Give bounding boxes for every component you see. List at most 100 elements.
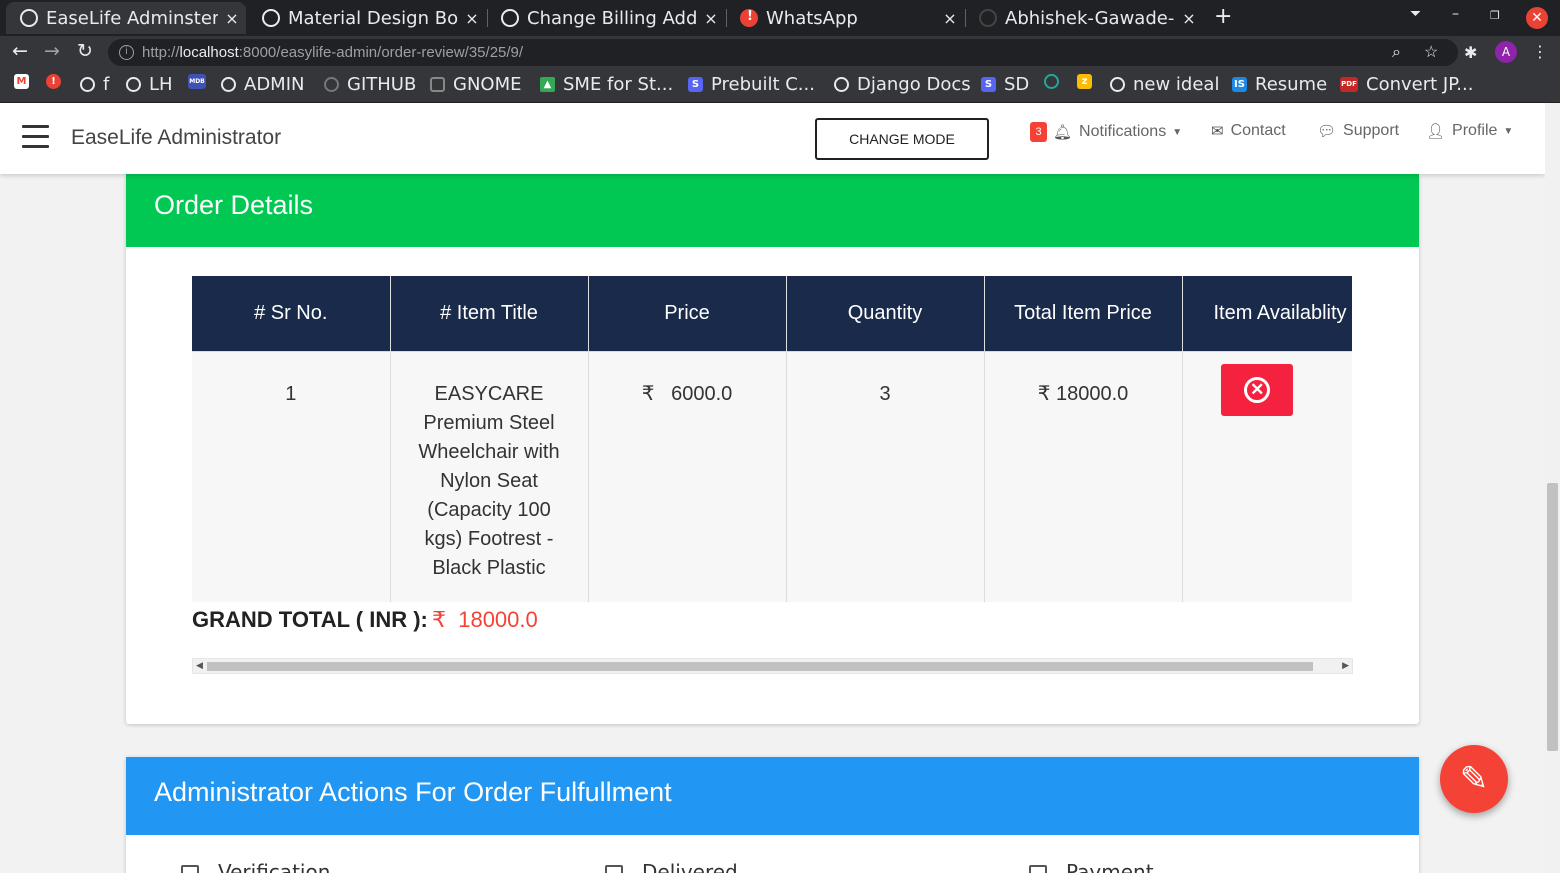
page-viewport: EaseLife Administrator CHANGE MODE 3 🔔︎ … [0,103,1545,873]
change-mode-button[interactable]: CHANGE MODE [815,118,989,160]
tab-title: WhatsApp [766,7,858,29]
admin-actions-header: Administrator Actions For Order Fulfullm… [126,757,1419,835]
tab-material-design[interactable]: Material Design Boo × [248,2,486,34]
close-icon[interactable]: × [458,9,486,28]
notifications-menu[interactable]: 3 🔔︎ Notifications ▼ [1030,122,1182,142]
url-bar[interactable]: i http://localhost:8000/easylife-admin/o… [108,39,1458,66]
bookmark-new-ideal[interactable]: new ideal [1110,74,1219,95]
window-close-icon[interactable]: ✕ [1526,7,1548,29]
order-details-card: Order Details # Sr No. # Item Title Pric… [126,174,1419,724]
tab-github-profile[interactable]: Abhishek-Gawade-p × [965,2,1203,34]
pdf-icon: PDF [1340,77,1358,92]
scroll-right-arrow-icon[interactable]: ▶ [1342,659,1349,673]
order-items-table: # Sr No. # Item Title Price Quantity Tot… [192,276,1352,602]
payment-checkbox[interactable] [1029,865,1047,873]
bookmark-resume[interactable]: IS Resume [1232,74,1327,95]
column-header: Price [588,276,787,351]
bookmark-star-icon[interactable]: ☆ [1424,39,1438,66]
table-horizontal-scrollbar[interactable]: ◀ ▶ [192,658,1353,674]
contact-link[interactable]: ✉ Contact [1211,122,1286,140]
bookmark-sme[interactable]: ▲ SME for St... [540,74,673,95]
delivered-checkbox[interactable] [605,865,623,873]
tab-search-icon[interactable]: ⏷ [1410,6,1421,22]
bookmark-admin[interactable]: ADMIN [221,74,304,95]
reload-icon[interactable]: ↻ [77,40,93,62]
globe-icon [221,77,236,92]
bookmark-gnome[interactable]: GNOME [430,74,521,95]
bookmark-convert[interactable]: PDF Convert JP... [1340,74,1473,95]
support-link[interactable]: 💬︎ Support [1317,122,1399,140]
github-icon [979,9,997,27]
grand-total-label: GRAND TOTAL ( INR ): [192,607,428,632]
globe-icon [126,77,141,92]
close-icon[interactable]: × [218,9,246,28]
bookmark-label: Resume [1255,74,1328,95]
bookmark-prebuilt[interactable]: S Prebuilt C... [688,74,815,95]
scroll-thumb[interactable] [207,662,1313,671]
table-header-row: # Sr No. # Item Title Price Quantity Tot… [192,276,1352,351]
cell-total-price: ₹ 18000.0 [984,350,1183,602]
notification-count-badge: 3 [1030,122,1047,142]
restore-icon[interactable]: ❐ [1490,9,1500,22]
page-vertical-scrollbar[interactable] [1545,103,1560,873]
bookmark-github[interactable]: GITHUB [324,74,416,95]
bookmark-sd[interactable]: S SD [981,74,1029,95]
scroll-left-arrow-icon[interactable]: ◀ [196,659,203,673]
close-icon[interactable]: × [936,9,964,28]
mdb-bookmark[interactable]: MDB [188,74,214,89]
bookmark-zoho[interactable]: z [1077,74,1100,89]
bookmark-label: LH [149,74,173,95]
cell-availability: ✕ [1182,350,1352,602]
back-icon[interactable]: ← [12,40,28,62]
column-header: Quantity [786,276,985,351]
caret-down-icon: ▼ [1503,125,1514,137]
brand-title[interactable]: EaseLife Administrator [71,126,281,150]
column-header: # Sr No. [192,276,391,351]
bookmark-label: Convert JP... [1366,74,1474,95]
hamburger-menu-icon[interactable] [22,125,49,149]
zoom-icon[interactable]: ⌕ [1392,39,1401,66]
s-icon: S [688,77,703,92]
column-header: Item Availablity [1182,276,1352,351]
tab-easelife[interactable]: EaseLife Adminster × [6,2,246,34]
menu-kebab-icon[interactable]: ⋮ [1532,42,1548,61]
pencil-icon: ✎ [1459,759,1489,799]
github-icon [324,77,339,92]
globe-icon [501,9,519,27]
minimize-icon[interactable]: – [1452,6,1459,22]
unavailable-button[interactable]: ✕ [1221,363,1294,416]
gmail-bookmark[interactable]: M [14,74,37,89]
tab-title: Abhishek-Gawade-p [1005,7,1175,29]
cell-sr-no: 1 [192,350,391,602]
new-tab-button[interactable]: + [1214,4,1232,29]
bookmark-lh[interactable]: LH [126,74,173,95]
spiral-icon [1044,74,1059,89]
info-icon[interactable]: i [119,45,134,60]
scroll-thumb[interactable] [1547,483,1558,751]
tab-change-billing[interactable]: Change Billing Addre × [487,2,725,34]
delivered-label: Delivered [642,860,738,873]
profile-menu[interactable]: 👤︎ Profile ▼ [1426,122,1513,140]
envelope-icon: ✉ [1211,123,1224,140]
chat-bubbles-icon: 💬︎ [1317,123,1337,140]
forward-icon[interactable]: → [44,40,60,62]
zoho-icon: z [1077,74,1092,89]
caret-down-icon: ▼ [1172,126,1183,138]
bookmark-django[interactable]: Django Docs [834,74,971,95]
support-label: Support [1343,122,1400,139]
profile-avatar[interactable]: A [1495,41,1517,63]
url-host: localhost [179,44,239,61]
bookmark-f[interactable]: f [80,74,109,95]
bookmark-spiral[interactable] [1044,74,1067,89]
tab-whatsapp[interactable]: WhatsApp × [726,2,964,34]
drive-icon: ▲ [540,77,555,92]
close-icon[interactable]: × [1175,9,1203,28]
verification-checkbox[interactable] [181,865,199,873]
alert-bookmark[interactable]: ! [46,74,69,89]
column-header: Total Item Price [984,276,1183,351]
extensions-icon[interactable]: ✱ [1464,43,1477,62]
edit-fab-button[interactable]: ✎ [1440,745,1508,813]
grand-total-value: ₹ 18000.0 [432,607,538,632]
close-icon[interactable]: × [697,9,725,28]
bookmark-label: GITHUB [347,74,417,95]
